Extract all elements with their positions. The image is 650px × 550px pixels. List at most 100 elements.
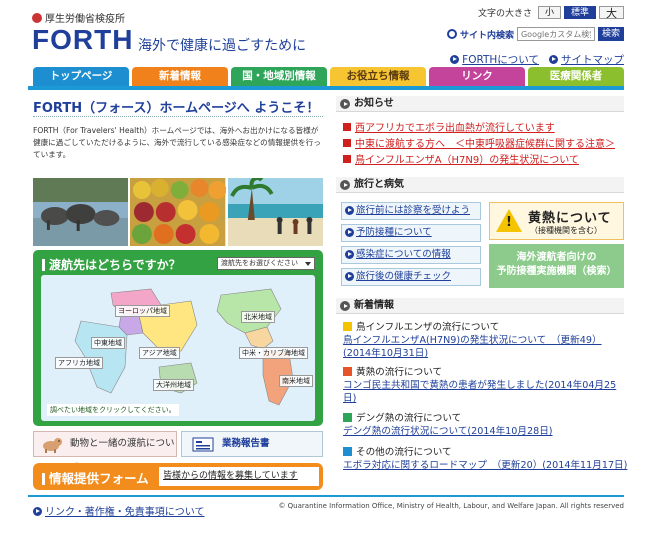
beach-photo [227, 178, 323, 246]
tab-useful-info[interactable]: お役立ち情報 [330, 67, 426, 86]
map-label-africa[interactable]: アフリカ地域 [55, 357, 103, 369]
site-logo[interactable]: FORTH [32, 24, 133, 56]
destination-question: 渡航先はどちらですか？ [42, 256, 181, 273]
map-label-middle-east[interactable]: 中東地域 [91, 337, 125, 349]
dengue-icon [343, 413, 352, 422]
footer-link-item: リンク・著作権・免責事項について [33, 503, 205, 518]
travel-disease-header: 旅行と病気 [336, 177, 624, 193]
main-nav-tabs: トップページ 新着情報 国・地域別情報 お役立ち情報 リンク 医療関係者 [33, 67, 624, 86]
search-label: サイト内検索 [459, 30, 514, 41]
notice-item: 鳥インフルエンザA（H7N9）の発生状況について [343, 151, 579, 166]
arrow-right-icon [33, 507, 42, 516]
map-label-oceania[interactable]: 大洋州地域 [153, 379, 194, 391]
notice-link-h7n9[interactable]: 鳥インフルエンザA（H7N9）の発生状況について [355, 155, 579, 166]
about-forth-link[interactable]: FORTHについて [462, 54, 539, 66]
elephants-photo [33, 178, 129, 246]
yellow-fever-button[interactable]: ! 黄熱について （接種機関を含む） [489, 202, 624, 240]
tab-top-page[interactable]: トップページ [33, 67, 129, 86]
search-input[interactable] [516, 27, 595, 41]
warning-mark: ! [506, 215, 512, 230]
news-item: デング熱の流行について デング熱の流行状況について(2014年10月28日) [343, 412, 628, 438]
travel-link[interactable]: 予防接種について [341, 224, 481, 242]
yellow-fever-icon [343, 367, 352, 376]
travel-link[interactable]: 感染症についての情報 [341, 246, 481, 264]
news-link[interactable]: デング熱の流行状況について(2014年10月28日) [343, 426, 553, 437]
map-label-asia[interactable]: アジア地域 [139, 347, 180, 359]
news-link[interactable]: 鳥インフルエンザA(H7N9)の発生状況について （更新49）(2014年10月… [343, 335, 602, 359]
destination-select[interactable]: 渡航先をお選びください [217, 257, 315, 270]
bird-flu-icon [343, 322, 352, 331]
legal-link[interactable]: リンク・著作権・免責事項について [45, 507, 205, 518]
dog-icon [40, 435, 64, 453]
travel-link-health-check[interactable]: 旅行後の健康チェック [356, 271, 451, 282]
news-title: 黄熱の流行について [356, 367, 443, 378]
search-icon [446, 29, 457, 39]
news-item: その他の流行について エボラ対応に関するロードマップ （更新20）(2014年1… [343, 446, 628, 472]
arrow-right-icon [345, 250, 354, 259]
vaccination-line-2: 予防接種実施機関（検索） [496, 266, 617, 277]
pets-travel-button[interactable]: 動物と一緒の渡航について [33, 431, 177, 473]
annual-report-label: 業務報告書 [222, 438, 270, 449]
travel-link-infections[interactable]: 感染症についての情報 [356, 249, 451, 260]
travel-link[interactable]: 旅行後の健康チェック [341, 268, 481, 286]
red-square-icon [343, 155, 351, 163]
sitemap-link[interactable]: サイトマップ [561, 54, 624, 66]
vaccination-line-1: 海外渡航者向けの [516, 252, 597, 263]
info-form-link[interactable]: 皆様からの情報を募集しています [159, 467, 319, 486]
news-link[interactable]: エボラ対応に関するロードマップ （更新20）(2014年11月17日) [343, 460, 627, 471]
header-links: FORTHについて サイトマップ [450, 52, 624, 67]
red-square-icon [343, 123, 351, 131]
arrow-right-icon [345, 206, 354, 215]
section-bullet-icon [340, 99, 350, 109]
info-form-bar: 情報提供フォーム 皆様からの情報を募集しています [33, 463, 323, 490]
news-title: 鳥インフルエンザの流行について [356, 322, 500, 333]
footer-divider [28, 495, 624, 497]
text-size-large-button[interactable]: 大 [599, 6, 624, 20]
map-label-south-america[interactable]: 南米地域 [279, 375, 313, 387]
vaccination-clinics-button[interactable]: 海外渡航者向けの 予防接種実施機関（検索） [489, 244, 624, 288]
map-hint: 調べたい地域をクリックしてください。 [47, 404, 179, 416]
travel-link-consult[interactable]: 旅行前には診察を受けよう [356, 205, 470, 216]
tab-links[interactable]: リンク [429, 67, 525, 86]
travel-link[interactable]: 旅行前には診察を受けよう [341, 202, 481, 220]
search-button[interactable]: 検索 [597, 27, 624, 41]
fruit-market-photo [130, 178, 226, 246]
news-header: 新着情報 [336, 298, 624, 314]
ministry-seal-icon [32, 13, 42, 23]
text-size-small-button[interactable]: 小 [537, 6, 561, 19]
annual-report-button[interactable]: 業務報告書 [181, 431, 323, 457]
sitemap-link-item: サイトマップ [549, 52, 624, 67]
arrow-right-icon [450, 55, 460, 64]
section-bullet-icon [340, 301, 350, 311]
text-size-standard-button[interactable]: 標準 [563, 6, 596, 19]
about-link-item: FORTHについて [450, 52, 539, 67]
news-title: その他の流行について [356, 447, 452, 458]
site-header: 厚生労働省検疫所 FORTH 海外で健康に過ごすために 文字の大きさ 小 標準 … [28, 6, 624, 66]
tab-underline [28, 86, 624, 90]
tab-news[interactable]: 新着情報 [132, 67, 228, 86]
ministry-name: 厚生労働省検疫所 [32, 10, 125, 25]
section-bullet-icon [340, 180, 350, 190]
yellow-fever-sub: （接種機関を含む） [530, 226, 602, 235]
yellow-fever-title: 黄熱について [528, 211, 612, 226]
divider [33, 116, 323, 117]
tab-medical[interactable]: 医療関係者 [528, 67, 624, 86]
news-title: デング熱の流行について [356, 413, 462, 424]
tab-country-region[interactable]: 国・地域別情報 [231, 67, 327, 86]
notice-link-mers[interactable]: 中東に渡航する方へ ＜中東呼吸器症候群に関する注意＞ [355, 139, 615, 150]
notice-link-ebola[interactable]: 西アフリカでエボラ出血熱が流行しています [355, 123, 555, 134]
news-item: 鳥インフルエンザの流行について 鳥インフルエンザA(H7N9)の発生状況について… [343, 321, 628, 360]
arrow-right-icon [549, 55, 558, 64]
news-link[interactable]: コンゴ民主共和国で黄熱の患者が発生しました(2014年04月25日) [343, 380, 616, 404]
site-search: サイト内検索 検索 [446, 27, 624, 41]
copyright: © Quarantine Information Office, Ministr… [278, 502, 624, 510]
map-label-europe[interactable]: ヨーロッパ地域 [115, 305, 170, 317]
arrow-right-icon [345, 272, 354, 281]
destination-map-panel: 渡航先はどちらですか？ 渡航先をお選びください ヨーロッパ地域 北米地域 中東地… [33, 250, 323, 426]
welcome-heading: FORTH（フォース）ホームページへ ようこそ！ [33, 101, 320, 116]
other-outbreak-icon [343, 447, 352, 456]
map-label-north-america[interactable]: 北米地域 [241, 311, 275, 323]
travel-link-vaccination[interactable]: 予防接種について [356, 227, 432, 238]
report-icon [192, 437, 214, 452]
map-label-central-america[interactable]: 中米・カリブ海地域 [239, 347, 308, 359]
